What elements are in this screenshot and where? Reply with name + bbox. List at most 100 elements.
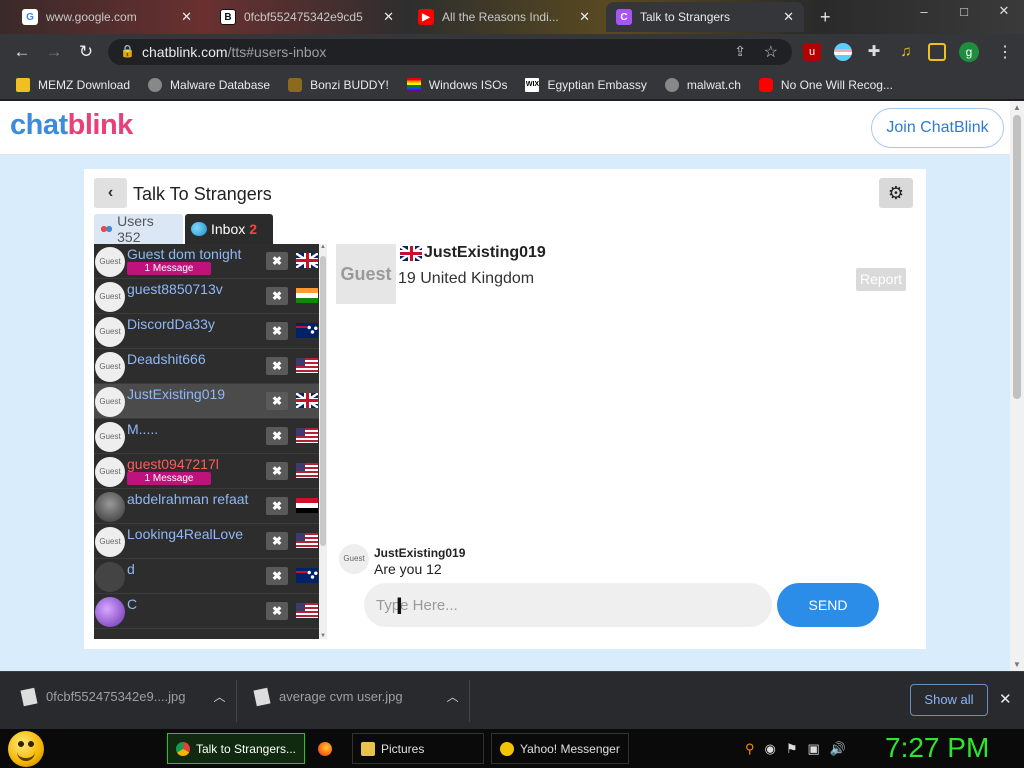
chevron-up-icon[interactable]: ︿ (214, 688, 226, 705)
user-name[interactable]: Guest dom tonight (127, 246, 241, 262)
reload-icon[interactable]: ↻ (76, 42, 96, 62)
close-conversation-icon[interactable]: ✖ (266, 427, 288, 445)
close-tab-icon[interactable]: ✕ (181, 9, 192, 25)
show-all-button[interactable]: Show all (910, 684, 988, 716)
menu-kebab-icon[interactable]: ⋮ (997, 42, 1013, 62)
user-name[interactable]: guest8850713v (127, 281, 223, 297)
user-list-item[interactable]: d ✖ (94, 559, 319, 594)
close-conversation-icon[interactable]: ✖ (266, 322, 288, 340)
taskbar-item[interactable]: Yahoo! Messenger (491, 733, 629, 764)
download-item[interactable]: 0fcbf552475342e9....jpg ︿ (20, 687, 226, 706)
pride-extension-icon[interactable] (834, 43, 852, 61)
user-list-item[interactable]: Guest DiscordDa33y ✖ (94, 314, 319, 349)
message-input[interactable] (364, 583, 772, 627)
close-conversation-icon[interactable]: ✖ (266, 497, 288, 515)
close-conversation-icon[interactable]: ✖ (266, 567, 288, 585)
clock[interactable]: 7:27 PM (885, 732, 989, 764)
user-list-item[interactable]: Guest Deadshit666 ✖ (94, 349, 319, 384)
close-window-button[interactable]: ✕ (984, 0, 1024, 22)
send-button[interactable]: SEND (777, 583, 879, 627)
bookmark-item[interactable]: No One Will Recog... (758, 77, 893, 92)
bookmark-item[interactable]: malwat.ch (664, 77, 741, 92)
scroll-up-arrow-icon[interactable]: ▲ (320, 244, 326, 250)
browser-tab[interactable]: B 0fcbf552475342e9cd5 ✕ (210, 2, 404, 32)
user-name[interactable]: C (127, 596, 137, 612)
display-icon[interactable]: ▣ (808, 741, 820, 757)
minimize-button[interactable]: – (904, 0, 944, 22)
start-button-smiley-icon[interactable] (8, 731, 44, 767)
close-conversation-icon[interactable]: ✖ (266, 357, 288, 375)
user-name[interactable]: M..... (127, 421, 158, 437)
close-tab-icon[interactable]: ✕ (383, 9, 394, 25)
browser-tab[interactable]: G www.google.com ✕ (12, 2, 202, 32)
scroll-down-arrow-icon[interactable]: ▼ (1013, 660, 1021, 669)
close-conversation-icon[interactable]: ✖ (266, 252, 288, 270)
taskbar-item[interactable] (310, 733, 350, 764)
user-list-item[interactable]: Guest guest0947217l 1 Message ✖ (94, 454, 319, 489)
chevron-up-icon[interactable]: ︿ (447, 688, 459, 705)
back-arrow-icon[interactable]: ← (12, 42, 32, 62)
new-tab-button[interactable]: + (810, 2, 840, 32)
chatblink-logo[interactable]: chatblink (10, 109, 133, 142)
close-conversation-icon[interactable]: ✖ (266, 602, 288, 620)
user-name[interactable]: Looking4RealLove (127, 526, 243, 542)
close-conversation-icon[interactable]: ✖ (266, 532, 288, 550)
browser-tab-active[interactable]: C Talk to Strangers ✕ (606, 2, 804, 32)
page-scrollbar[interactable]: ▲ ▼ (1010, 101, 1024, 671)
user-name[interactable]: JustExisting019 (127, 386, 225, 402)
close-conversation-icon[interactable]: ✖ (266, 287, 288, 305)
bookmark-item[interactable]: MEMZ Download (16, 77, 130, 92)
user-list-item[interactable]: Guest guest8850713v ✖ (94, 279, 319, 314)
search-icon[interactable]: ⚲ (745, 741, 755, 757)
maximize-button[interactable]: □ (944, 0, 984, 22)
profile-avatar[interactable]: g (959, 42, 979, 62)
bookmark-item[interactable]: Bonzi BUDDY! (288, 77, 389, 92)
scroll-up-arrow-icon[interactable]: ▲ (1013, 103, 1021, 112)
close-conversation-icon[interactable]: ✖ (266, 392, 288, 410)
tab-inbox[interactable]: Inbox 2 (185, 214, 273, 244)
taskbar-item[interactable]: Talk to Strangers... (167, 733, 305, 764)
user-list-item[interactable]: Guest Looking4RealLove ✖ (94, 524, 319, 559)
user-name[interactable]: DiscordDa33y (127, 316, 215, 332)
user-name[interactable]: Deadshit666 (127, 351, 206, 367)
page-scroll-thumb[interactable] (1013, 115, 1021, 399)
report-button[interactable]: Report (856, 268, 906, 291)
bookmark-star-icon[interactable]: ☆ (764, 42, 778, 62)
bookmark-item[interactable]: WIX Egyptian Embassy (525, 77, 647, 92)
taskbar-item[interactable]: Pictures (352, 733, 484, 764)
settings-gear-icon[interactable]: ⚙ (879, 178, 913, 208)
browser-tab[interactable]: ▶ All the Reasons Indi... ✕ (408, 2, 600, 32)
join-chatblink-button[interactable]: Join ChatBlink (871, 108, 1004, 148)
bookmark-item[interactable]: Windows ISOs (406, 77, 507, 92)
share-icon[interactable]: ⇪ (734, 43, 746, 60)
volume-icon[interactable]: 🔊 (830, 741, 846, 757)
scroll-down-arrow-icon[interactable]: ▼ (320, 633, 326, 639)
user-list-item[interactable]: Guest JustExisting019 ✖ (94, 384, 319, 419)
close-conversation-icon[interactable]: ✖ (266, 462, 288, 480)
address-bar[interactable]: 🔒 chatblink.com/tts#users-inbox ⇪ ☆ (108, 39, 792, 65)
bookmark-item[interactable]: Malware Database (148, 77, 270, 92)
back-button[interactable]: ‹ (94, 178, 127, 208)
close-icon[interactable]: ✕ (999, 690, 1012, 708)
user-name[interactable]: d (127, 561, 135, 577)
scroll-thumb[interactable] (320, 256, 326, 546)
close-tab-icon[interactable]: ✕ (579, 9, 590, 25)
ublock-extension-icon[interactable]: u (803, 43, 821, 61)
network-icon[interactable]: ◉ (765, 741, 776, 757)
forward-arrow-icon[interactable]: → (44, 42, 64, 62)
user-list-item[interactable]: Guest Guest dom tonight 1 Message ✖ (94, 244, 319, 279)
firefox-icon (318, 741, 332, 756)
user-list-item[interactable]: Guest M..... ✖ (94, 419, 319, 454)
user-list-scrollbar[interactable]: ▲ ▼ (319, 244, 327, 639)
flag-icon[interactable]: ⚑ (786, 741, 798, 757)
user-list-item[interactable]: abdelrahman refaat ✖ (94, 489, 319, 524)
user-name[interactable]: guest0947217l (127, 456, 219, 472)
user-list-item[interactable]: C ✖ (94, 594, 319, 629)
tab-users[interactable]: Users 352 (94, 213, 183, 245)
close-tab-icon[interactable]: ✕ (783, 9, 794, 25)
side-panel-icon[interactable] (928, 43, 946, 61)
user-name[interactable]: abdelrahman refaat (127, 491, 248, 507)
extensions-puzzle-icon[interactable]: ✚ (865, 43, 883, 61)
download-item[interactable]: average cvm user.jpg ︿ (253, 687, 459, 706)
media-icon[interactable]: ♫ (897, 43, 915, 61)
